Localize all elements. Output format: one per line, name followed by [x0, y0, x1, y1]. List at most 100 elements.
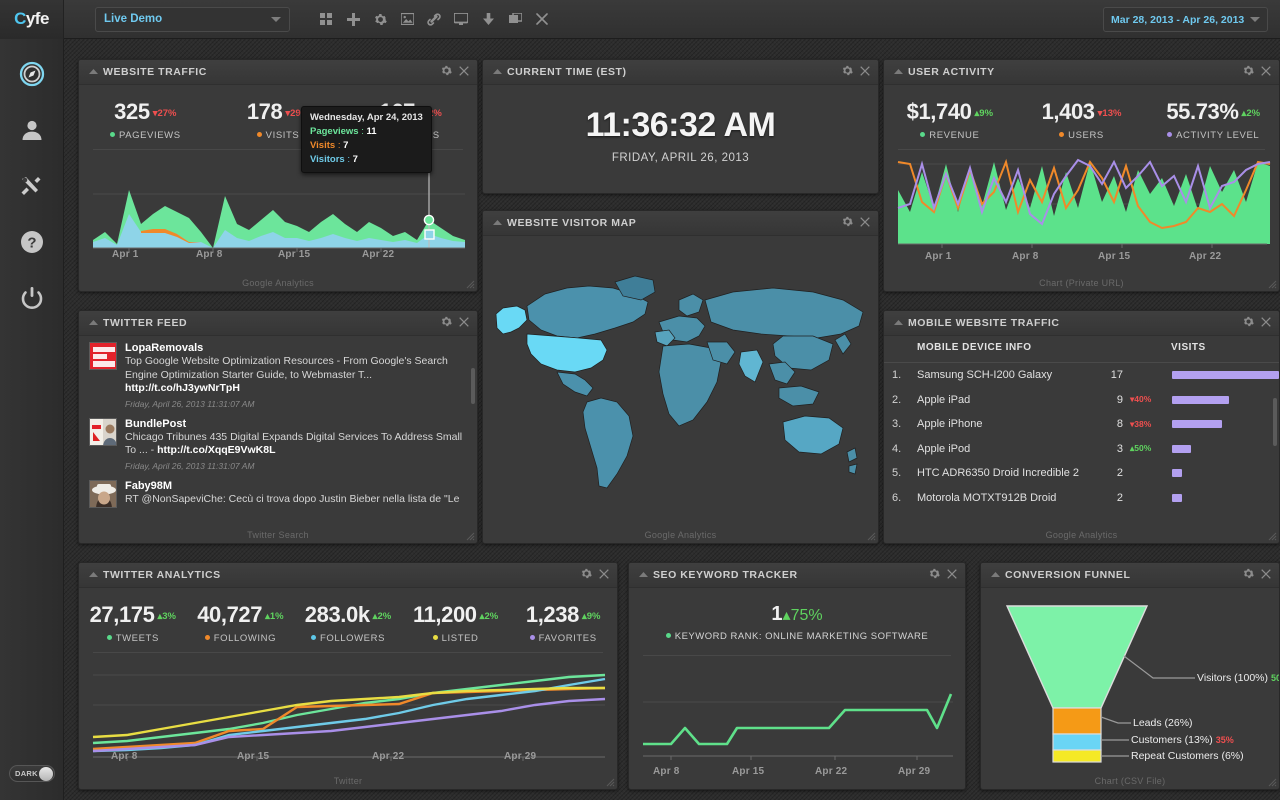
world-map[interactable] — [483, 236, 879, 516]
close-icon[interactable] — [1261, 314, 1271, 332]
gear-icon[interactable] — [929, 566, 940, 584]
table-row[interactable]: 5. HTC ADR6350 Droid Incredible 2 2 — [884, 461, 1279, 486]
collapse-icon[interactable] — [892, 317, 904, 329]
table-row[interactable]: 6. Motorola MOTXT912B Droid 2 — [884, 486, 1279, 511]
gear-icon[interactable] — [842, 63, 853, 81]
close-icon[interactable] — [860, 63, 870, 81]
date-range-picker[interactable]: Mar 28, 2013 - Apr 26, 2013 — [1103, 7, 1268, 32]
stat-value: 1,403 — [1042, 99, 1095, 124]
user-icon[interactable] — [17, 115, 47, 145]
close-icon[interactable] — [1261, 566, 1271, 584]
collapse-icon[interactable] — [892, 66, 904, 78]
tools-icon[interactable] — [17, 171, 47, 201]
dashboard-canvas: WEBSITE TRAFFIC 325▾27% PAGEVIEWS 178▾29… — [64, 39, 1280, 800]
gear-icon[interactable] — [1243, 314, 1254, 332]
tweet-author[interactable]: Faby98M — [125, 480, 467, 492]
resize-handle[interactable] — [1268, 532, 1277, 541]
close-icon[interactable] — [1261, 63, 1271, 81]
widget-title: WEBSITE VISITOR MAP — [507, 217, 842, 229]
collapse-icon[interactable] — [491, 217, 503, 229]
tooltip-value: 7 — [343, 140, 348, 151]
widget-website-traffic: WEBSITE TRAFFIC 325▾27% PAGEVIEWS 178▾29… — [78, 59, 478, 292]
image-icon[interactable] — [397, 9, 417, 29]
tweet-link[interactable]: http://t.co/hJ3ywNrTpH — [125, 382, 240, 394]
tweet-author[interactable]: LopaRemovals — [125, 342, 467, 354]
resize-handle[interactable] — [606, 778, 615, 787]
chart-tooltip: Wednesday, Apr 24, 2013 Pageviews : 11 V… — [301, 106, 432, 173]
link-icon[interactable] — [424, 9, 444, 29]
monitor-icon[interactable] — [451, 9, 471, 29]
stat-label: KEYWORD RANK: ONLINE MARKETING SOFTWARE — [629, 631, 965, 642]
list-item[interactable]: LopaRemovals Top Google Website Optimiza… — [89, 342, 467, 409]
widget-title: MOBILE WEBSITE TRAFFIC — [908, 317, 1243, 329]
stat-value: 11,200 — [413, 602, 477, 627]
widget-title: TWITTER ANALYTICS — [103, 569, 581, 581]
collapse-icon[interactable] — [491, 66, 503, 78]
stat-delta: ▴9% — [975, 108, 994, 119]
resize-handle[interactable] — [867, 532, 876, 541]
resize-handle[interactable] — [466, 532, 475, 541]
close-icon[interactable] — [599, 566, 609, 584]
download-icon[interactable] — [478, 9, 498, 29]
table-row[interactable]: 1. Samsung SCH-I200 Galaxy 17 — [884, 363, 1279, 388]
x-tick-label: Apr 1 — [112, 249, 139, 260]
help-icon[interactable]: ? — [17, 227, 47, 257]
copy-icon[interactable] — [505, 9, 525, 29]
plus-icon[interactable] — [343, 9, 363, 29]
stat-revenue: $1,740▴9% REVENUE — [884, 99, 1016, 141]
close-icon[interactable] — [947, 566, 957, 584]
list-item[interactable]: BundlePost Chicago Tribunes 435 Digital … — [89, 418, 467, 471]
scrollbar-thumb[interactable] — [1273, 398, 1277, 446]
stat-delta: ▴2% — [480, 611, 499, 622]
gear-icon[interactable] — [1243, 63, 1254, 81]
table-row[interactable]: 2. Apple iPad 9 ▾40% — [884, 388, 1279, 413]
gear-icon[interactable] — [370, 9, 390, 29]
gear-icon[interactable] — [1243, 566, 1254, 584]
row-device: Samsung SCH-I200 Galaxy — [917, 369, 1083, 381]
gear-icon[interactable] — [842, 214, 853, 232]
resize-handle[interactable] — [1268, 280, 1277, 289]
stat-delta: ▴2% — [373, 611, 392, 622]
app-logo[interactable]: Cyfe — [0, 0, 64, 39]
compass-icon[interactable] — [17, 59, 47, 89]
close-icon[interactable] — [860, 214, 870, 232]
x-tick-label: Apr 22 — [362, 249, 394, 260]
stat-value: 178 — [247, 99, 283, 124]
collapse-icon[interactable] — [87, 317, 99, 329]
power-icon[interactable] — [17, 283, 47, 313]
funnel-stage-customers — [1053, 734, 1101, 750]
tweet-author[interactable]: BundlePost — [125, 418, 467, 430]
collapse-icon[interactable] — [87, 66, 99, 78]
collapse-icon[interactable] — [989, 569, 1001, 581]
tooltip-key: Visits — [310, 140, 335, 151]
dashboard-selector[interactable]: Live Demo — [95, 7, 290, 32]
resize-handle[interactable] — [1268, 778, 1277, 787]
x-tick-label: Apr 22 — [815, 766, 847, 777]
collapse-icon[interactable] — [637, 569, 649, 581]
gear-icon[interactable] — [441, 63, 452, 81]
row-bar-cell — [1169, 494, 1279, 502]
table-row[interactable]: 3. Apple iPhone 8 ▾38% — [884, 412, 1279, 437]
stat-value: 40,727 — [197, 602, 262, 627]
collapse-icon[interactable] — [87, 569, 99, 581]
stat-value: 1 — [771, 603, 782, 625]
table-row[interactable]: 4. Apple iPod 3 ▴50% — [884, 437, 1279, 462]
close-icon[interactable] — [459, 63, 469, 81]
widget-conversion-funnel: CONVERSION FUNNEL Visitors (100%)50% — [980, 562, 1280, 790]
toggle-knob — [39, 767, 53, 781]
dark-mode-toggle[interactable]: DARK — [9, 765, 55, 782]
close-icon[interactable] — [532, 9, 552, 29]
tweet-link[interactable]: http://t.co/XqqE9VwK8L — [157, 444, 275, 456]
tweet-list[interactable]: LopaRemovals Top Google Website Optimiza… — [79, 336, 477, 522]
gear-icon[interactable] — [581, 566, 592, 584]
gear-icon[interactable] — [441, 314, 452, 332]
grid-icon[interactable] — [316, 9, 336, 29]
resize-handle[interactable] — [466, 280, 475, 289]
tooltip-value: 11 — [367, 126, 377, 137]
stat-delta: ▴3% — [157, 611, 176, 622]
close-icon[interactable] — [459, 314, 469, 332]
scrollbar-thumb[interactable] — [471, 368, 475, 404]
x-tick-label: Apr 15 — [1098, 251, 1130, 262]
list-item[interactable]: Faby98M RT @NonSapeviChe: Cecù ci trova … — [89, 480, 467, 508]
stat-value: 55.73% — [1166, 99, 1238, 124]
